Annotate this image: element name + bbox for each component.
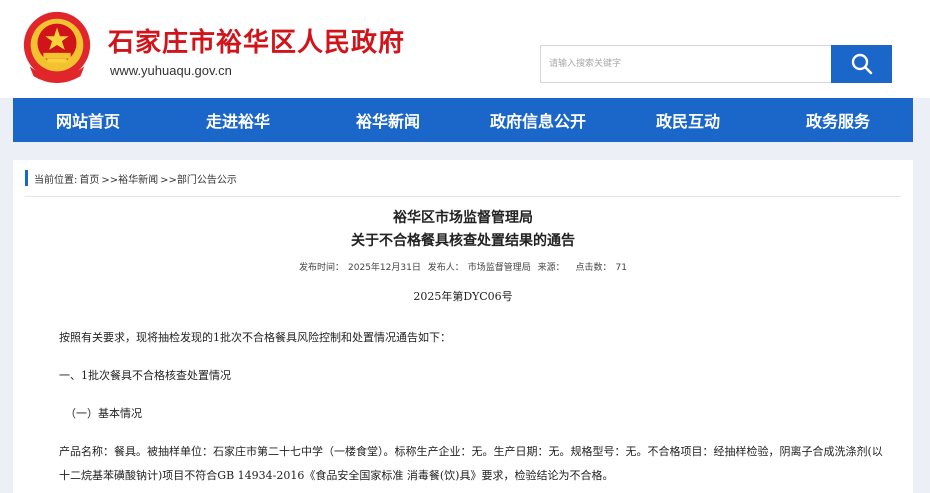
search-button[interactable]	[831, 45, 892, 83]
breadcrumb-label: 当前位置:	[34, 174, 78, 186]
article-paragraph: 一、1批次餐具不合格核查处置情况	[59, 369, 231, 382]
article-paragraph: 按照有关要求，现将抽检发现的1批次不合格餐具风险控制和处置情况通告如下：	[59, 331, 451, 344]
article-paragraph: 产品名称：餐具。被抽样单位：石家庄市第二十七中学（一楼食堂）。标称生产企业：无。…	[59, 445, 883, 482]
breadcrumb-link-notices[interactable]: >>部门公告公示	[160, 171, 237, 186]
source-label: 来源：	[537, 263, 565, 273]
article-content: 当前位置: 首页 >>裕华新闻 >>部门公告公示 裕华区市场监督管理局 关于不合…	[13, 160, 913, 493]
breadcrumb-link-news[interactable]: >>裕华新闻	[101, 171, 158, 186]
doc-number: 2025年第DYC06号	[413, 290, 513, 303]
divider	[25, 196, 901, 197]
search-icon	[851, 53, 872, 75]
nav-item-home[interactable]: 网站首页	[13, 98, 163, 142]
site-header: 石家庄市裕华区人民政府 www.yuhuaqu.gov.cn	[0, 0, 930, 98]
nav-item-services[interactable]: 政务服务	[763, 98, 913, 142]
nav-item-news[interactable]: 裕华新闻	[313, 98, 463, 142]
publish-label: 发布时间：	[299, 263, 345, 273]
breadcrumb: 当前位置: 首页 >>裕华新闻 >>部门公告公示	[25, 170, 237, 186]
site-title: 石家庄市裕华区人民政府	[108, 28, 406, 58]
publisher-label: 发布人：	[427, 263, 464, 273]
publisher: 市场监督管理局	[467, 263, 531, 273]
national-emblem-icon	[23, 11, 91, 84]
site-domain: www.yuhuaqu.gov.cn	[110, 63, 232, 78]
nav-item-gov-info[interactable]: 政府信息公开	[463, 98, 613, 142]
article-title-line1: 裕华区市场监督管理局	[393, 210, 533, 226]
breadcrumb-link-home[interactable]: 首页	[79, 171, 99, 186]
nav-item-interaction[interactable]: 政民互动	[613, 98, 763, 142]
clicks-label: 点击数：	[575, 263, 612, 273]
click-count: 71	[615, 263, 627, 273]
article-meta: 发布时间： 2025年12月31日 发布人： 市场监督管理局 来源： 点击数： 71	[13, 260, 913, 273]
main-nav: 网站首页 走进裕华 裕华新闻 政府信息公开 政民互动 政务服务	[13, 98, 913, 142]
search-input[interactable]	[541, 46, 831, 82]
article-title-line2: 关于不合格餐具核查处置结果的通告	[351, 233, 575, 249]
nav-item-about[interactable]: 走进裕华	[163, 98, 313, 142]
article-paragraph: （一）基本情况	[65, 407, 142, 420]
search-box	[540, 45, 832, 83]
publish-date: 2025年12月31日	[348, 263, 421, 273]
